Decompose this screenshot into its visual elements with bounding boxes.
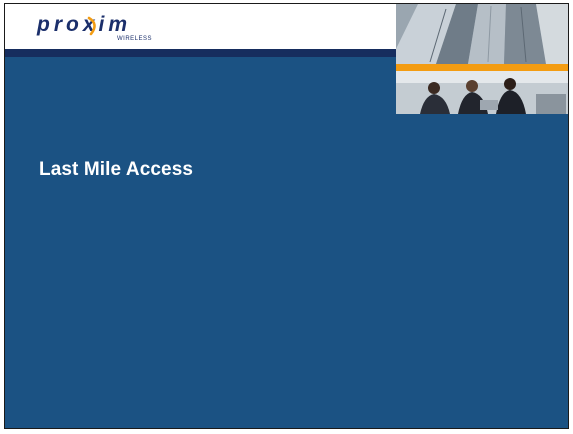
logo-tagline: WIRELESS	[117, 36, 152, 42]
slide-title: Last Mile Access	[39, 159, 194, 180]
header-photo-collage	[396, 4, 568, 114]
logo-wordmark: proxim	[36, 13, 131, 36]
skyscrapers-image	[396, 4, 568, 64]
slide: proxim WIRELESS Last Mile Access	[4, 3, 569, 429]
business-people-image	[396, 71, 568, 114]
proxim-logo: proxim WIRELESS	[36, 13, 152, 42]
orange-accent-band	[396, 64, 568, 71]
